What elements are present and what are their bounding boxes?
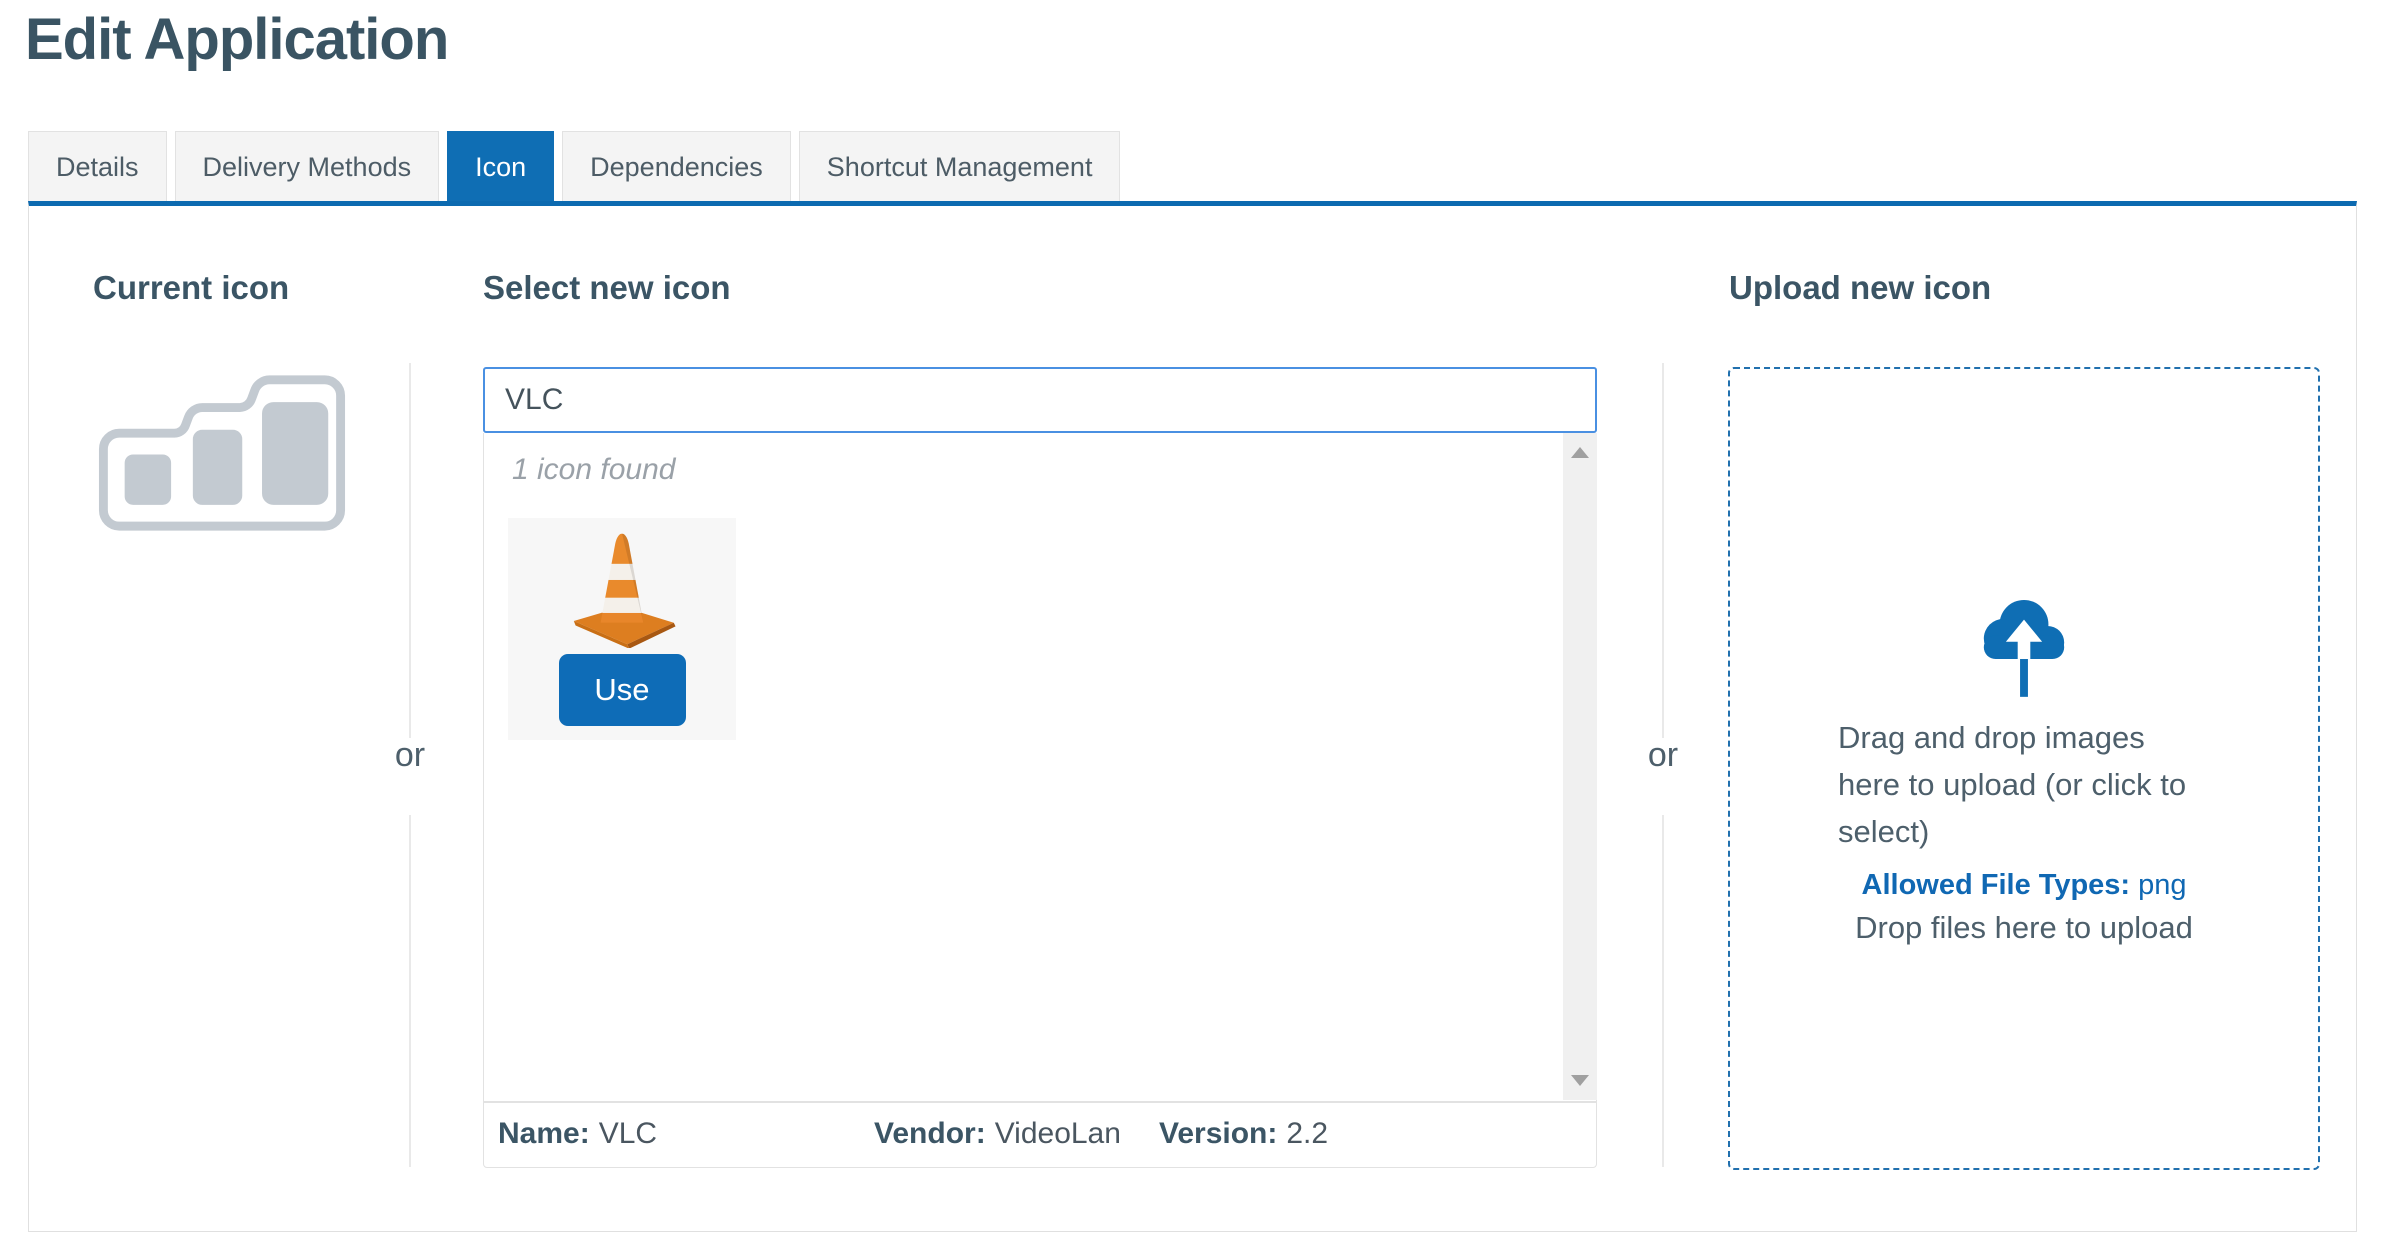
divider-line	[1662, 815, 1664, 1167]
divider-line	[409, 815, 411, 1167]
icon-vendor-label: Vendor:	[874, 1117, 986, 1150]
icon-name-field: Name: VLC	[498, 1103, 657, 1165]
icon-name-value: VLC	[599, 1117, 657, 1150]
divider-line	[409, 363, 411, 738]
allowed-file-types-label: Allowed File Types:	[1862, 869, 2131, 901]
app-stack-placeholder-icon	[93, 368, 351, 536]
allowed-file-types-value: png	[2138, 869, 2186, 901]
tab-dependencies[interactable]: Dependencies	[562, 131, 791, 201]
icon-vendor-value: VideoLan	[995, 1117, 1121, 1150]
icon-tab-panel: Current icon or Select new icon 1 icon f…	[28, 201, 2357, 1232]
icon-name-label: Name:	[498, 1117, 590, 1150]
tab-icon[interactable]: Icon	[447, 131, 554, 201]
allowed-file-types: Allowed File Types:png	[1862, 869, 2187, 902]
drop-files-hint: Drop files here to upload	[1855, 910, 2193, 946]
scroll-up-arrow[interactable]	[1571, 447, 1589, 458]
icon-vendor-field: Vendor: VideoLan	[874, 1103, 1121, 1165]
icon-version-label: Version:	[1159, 1117, 1277, 1150]
scroll-down-arrow[interactable]	[1571, 1075, 1589, 1086]
select-new-icon-heading: Select new icon	[483, 269, 731, 307]
tab-shortcut-management[interactable]: Shortcut Management	[799, 131, 1121, 201]
dropzone-instructions: Drag and drop images here to upload (or …	[1838, 714, 2210, 855]
current-icon-heading: Current icon	[93, 269, 289, 307]
tab-details[interactable]: Details	[28, 131, 167, 201]
icon-search-input[interactable]	[483, 367, 1597, 433]
icon-version-value: 2.2	[1286, 1117, 1328, 1150]
icon-version-field: Version: 2.2	[1159, 1103, 1328, 1165]
vlc-cone-icon	[564, 528, 680, 648]
cloud-upload-icon	[1972, 592, 2076, 704]
upload-dropzone[interactable]: Drag and drop images here to upload (or …	[1728, 367, 2320, 1170]
results-scrollbar[interactable]	[1563, 433, 1597, 1100]
selected-icon-details: Name: VLC Vendor: VideoLan Version: 2.2	[483, 1102, 1597, 1168]
icon-search-results: 1 icon found	[483, 433, 1597, 1102]
tab-delivery-methods[interactable]: Delivery Methods	[175, 131, 440, 201]
tab-bar: Details Delivery Methods Icon Dependenci…	[28, 131, 1120, 201]
results-count-text: 1 icon found	[512, 453, 675, 487]
use-icon-button[interactable]: Use	[559, 654, 686, 726]
page-title: Edit Application	[25, 6, 448, 73]
divider-line	[1662, 363, 1664, 738]
icon-result-tile: Use	[508, 518, 736, 740]
upload-new-icon-heading: Upload new icon	[1729, 269, 1991, 307]
or-divider-left: or	[380, 736, 440, 775]
or-divider-right: or	[1633, 736, 1693, 775]
